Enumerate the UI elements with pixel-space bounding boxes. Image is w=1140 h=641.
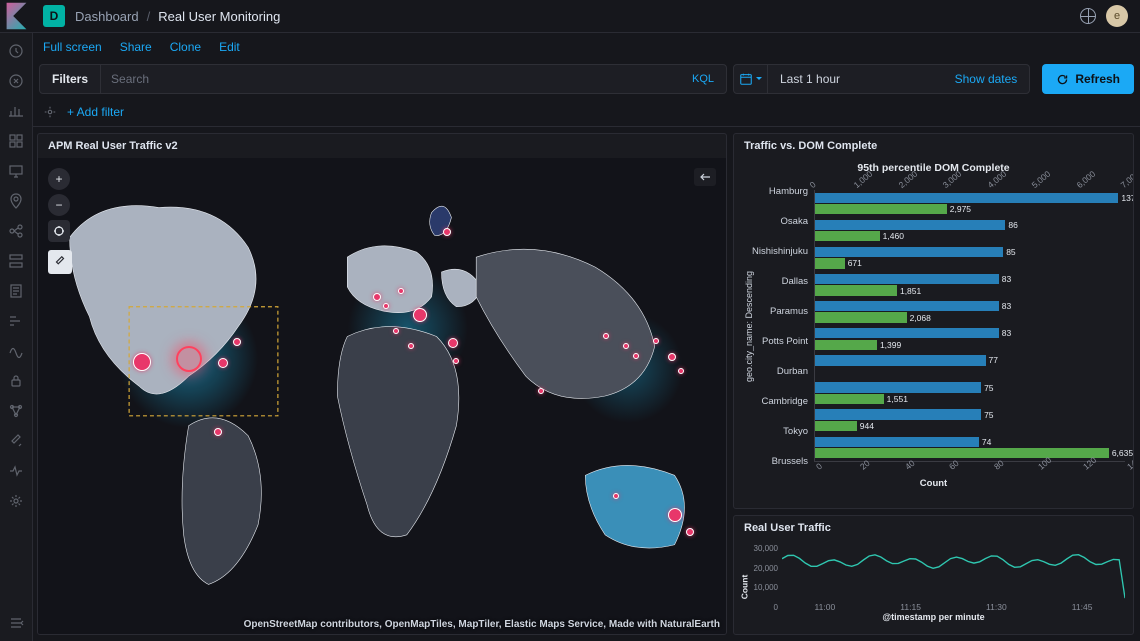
- map-dot: [218, 358, 228, 368]
- refresh-button[interactable]: Refresh: [1042, 64, 1134, 94]
- main-area: Full screen Share Clone Edit Filters KQL…: [33, 33, 1140, 641]
- bar-rows: 1372,975861,46085671831,851832,068831,39…: [814, 190, 1125, 462]
- time-range-text[interactable]: Last 1 hour: [768, 65, 943, 93]
- uptime-icon[interactable]: [8, 343, 24, 359]
- refresh-label: Refresh: [1075, 72, 1120, 86]
- collapse-nav-icon[interactable]: [8, 615, 24, 631]
- filter-options-icon[interactable]: [43, 105, 57, 119]
- bar-chart-title: 95th percentile DOM Complete: [742, 162, 1125, 174]
- dashboard-actions: Full screen Share Clone Edit: [33, 33, 1140, 61]
- line-svg: [782, 544, 1125, 602]
- newsfeed-icon[interactable]: [1080, 8, 1096, 24]
- map-dot: [686, 528, 694, 536]
- map-dot: [653, 338, 659, 344]
- bar-category-labels: HamburgOsakaNishishinjukuDallasParamusPo…: [756, 176, 814, 476]
- draw-tool-button[interactable]: [48, 250, 72, 274]
- graph-icon[interactable]: [8, 403, 24, 419]
- bar-y-axis-label: geo.city_name: Descending: [742, 176, 756, 476]
- panel-title-line: Real User Traffic: [734, 516, 1133, 540]
- panel-title-bar: Traffic vs. DOM Complete: [734, 134, 1133, 158]
- map-dot: [398, 288, 404, 294]
- search-group: Filters KQL: [39, 64, 727, 94]
- panel-title-map: APM Real User Traffic v2: [38, 134, 726, 158]
- filters-button[interactable]: Filters: [40, 65, 101, 93]
- add-filter-link[interactable]: + Add filter: [67, 105, 124, 119]
- breadcrumb: Dashboard / Real User Monitoring: [75, 9, 280, 24]
- full-screen-link[interactable]: Full screen: [43, 40, 102, 54]
- map-dot: [408, 343, 414, 349]
- map-dot: [373, 293, 381, 301]
- management-icon[interactable]: [8, 493, 24, 509]
- monitoring-icon[interactable]: [8, 463, 24, 479]
- map-dot: [623, 343, 629, 349]
- show-dates-link[interactable]: Show dates: [943, 65, 1030, 93]
- map-dot: [214, 428, 222, 436]
- map-dot: [393, 328, 399, 334]
- query-bar: Filters KQL Last 1 hour Show dates Refre…: [33, 61, 1140, 97]
- logs-icon[interactable]: [8, 283, 24, 299]
- panel-line-chart: Real User Traffic Count 30,00020,00010,0…: [733, 515, 1134, 635]
- map-dot: [448, 338, 458, 348]
- canvas-icon[interactable]: [8, 163, 24, 179]
- map-dot: [133, 353, 151, 371]
- bar-x-axis-label: Count: [742, 478, 1125, 489]
- edit-link[interactable]: Edit: [219, 40, 240, 54]
- calendar-icon[interactable]: [734, 65, 768, 93]
- app-letter-badge[interactable]: D: [43, 5, 65, 27]
- line-chart-body: Count 30,00020,00010,0000 11:0011:1511:3…: [734, 540, 1133, 634]
- share-link[interactable]: Share: [120, 40, 152, 54]
- map-dot: [453, 358, 459, 364]
- breadcrumb-sep: /: [147, 9, 151, 24]
- map-canvas[interactable]: + − OpenStreetMap contributors, OpenMapT…: [38, 158, 726, 634]
- maps-icon[interactable]: [8, 193, 24, 209]
- bar-bottom-ticks: 020406080100120140: [814, 462, 1125, 476]
- ml-icon[interactable]: [8, 223, 24, 239]
- fit-bounds-button[interactable]: [48, 220, 70, 242]
- legend-toggle-button[interactable]: [694, 168, 716, 186]
- filter-bar: + Add filter: [33, 97, 1140, 127]
- breadcrumb-current: Real User Monitoring: [158, 9, 280, 24]
- panel-bar-chart: Traffic vs. DOM Complete 95th percentile…: [733, 133, 1134, 509]
- zoom-in-button[interactable]: +: [48, 168, 70, 190]
- bar-chart-body: 95th percentile DOM Complete geo.city_na…: [734, 158, 1133, 508]
- map-dot: [613, 493, 619, 499]
- line-x-label: @timestamp per minute: [742, 612, 1125, 622]
- map-dot: [633, 353, 639, 359]
- apm-icon[interactable]: [8, 313, 24, 329]
- clone-link[interactable]: Clone: [170, 40, 201, 54]
- map-dot: [233, 338, 241, 346]
- line-y-ticks: 30,00020,00010,0000: [742, 544, 778, 612]
- map-dot: [413, 308, 427, 322]
- zoom-out-button[interactable]: −: [48, 194, 70, 216]
- kql-toggle[interactable]: KQL: [680, 65, 726, 93]
- line-x-ticks: 11:0011:1511:3011:45: [742, 602, 1125, 612]
- siem-icon[interactable]: [8, 373, 24, 389]
- map-dot: [383, 303, 389, 309]
- time-picker[interactable]: Last 1 hour Show dates: [733, 64, 1030, 94]
- map-hotspot-ring: [176, 346, 202, 372]
- map-dot: [538, 388, 544, 394]
- side-nav: [0, 33, 33, 641]
- map-dot: [668, 508, 682, 522]
- discover-icon[interactable]: [8, 73, 24, 89]
- kibana-logo[interactable]: [0, 0, 33, 33]
- map-dot: [668, 353, 676, 361]
- map-dot: [443, 228, 451, 236]
- user-avatar[interactable]: e: [1106, 5, 1128, 27]
- panel-map: APM Real User Traffic v2: [37, 133, 727, 635]
- recent-icon[interactable]: [8, 43, 24, 59]
- panels-grid: APM Real User Traffic v2: [33, 127, 1140, 641]
- map-dot: [678, 368, 684, 374]
- bar-top-ticks: 01,0002,0003,0004,0005,0006,0007,000: [814, 176, 1125, 190]
- dashboard-icon[interactable]: [8, 133, 24, 149]
- map-dot: [603, 333, 609, 339]
- map-attribution: OpenStreetMap contributors, OpenMapTiles…: [244, 619, 720, 630]
- top-bar: D Dashboard / Real User Monitoring e: [0, 0, 1140, 33]
- breadcrumb-root[interactable]: Dashboard: [75, 9, 139, 24]
- visualize-icon[interactable]: [8, 103, 24, 119]
- search-input[interactable]: [101, 65, 680, 93]
- devtools-icon[interactable]: [8, 433, 24, 449]
- world-map-svg: [38, 158, 726, 634]
- infra-icon[interactable]: [8, 253, 24, 269]
